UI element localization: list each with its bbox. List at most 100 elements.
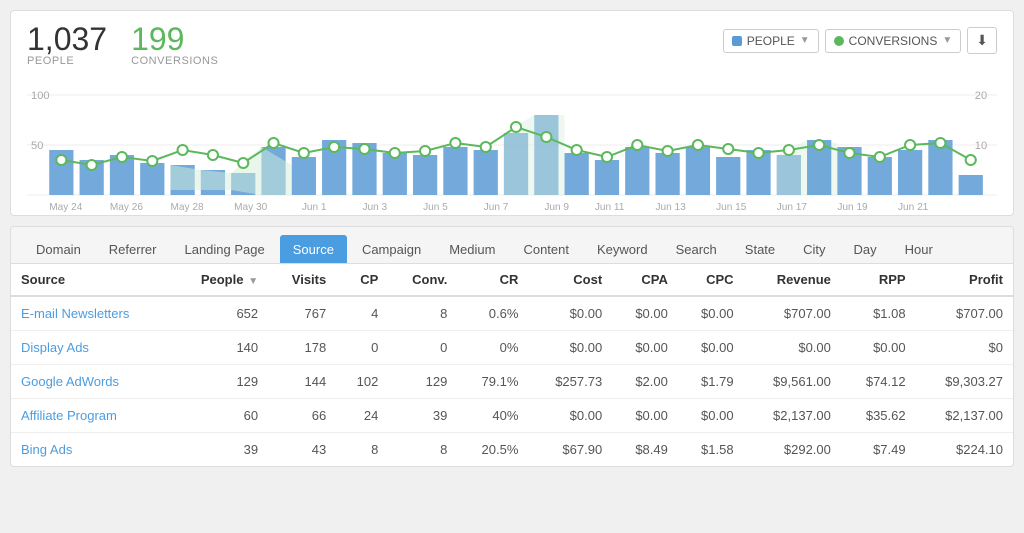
cell-visits: 767 bbox=[268, 296, 336, 331]
cell-profit: $707.00 bbox=[916, 296, 1013, 331]
cell-cpa: $2.00 bbox=[612, 365, 678, 399]
col-header-visits: Visits bbox=[268, 264, 336, 296]
cell-people: 60 bbox=[171, 399, 268, 433]
cell-rpp: $74.12 bbox=[841, 365, 916, 399]
svg-text:20: 20 bbox=[975, 90, 987, 102]
cell-cost: $0.00 bbox=[528, 331, 612, 365]
svg-text:100: 100 bbox=[31, 90, 50, 102]
cell-cpc: $0.00 bbox=[678, 331, 744, 365]
svg-text:May 26: May 26 bbox=[110, 202, 144, 213]
cell-revenue: $2,137.00 bbox=[744, 399, 841, 433]
col-header-cost: Cost bbox=[528, 264, 612, 296]
tab-day[interactable]: Day bbox=[841, 235, 890, 263]
cell-profit: $9,303.27 bbox=[916, 365, 1013, 399]
cell-cr: 0% bbox=[457, 331, 528, 365]
tab-source[interactable]: Source bbox=[280, 235, 347, 263]
svg-text:50: 50 bbox=[31, 140, 43, 152]
cell-cpa: $8.49 bbox=[612, 433, 678, 467]
download-icon: ⬇ bbox=[976, 32, 988, 48]
conversions-value: 199 bbox=[131, 23, 218, 55]
stats-numbers: 1,037 PEOPLE 199 CONVERSIONS bbox=[27, 23, 218, 67]
cell-profit: $2,137.00 bbox=[916, 399, 1013, 433]
tab-keyword[interactable]: Keyword bbox=[584, 235, 661, 263]
cell-visits: 43 bbox=[268, 433, 336, 467]
cell-source[interactable]: E-mail Newsletters bbox=[11, 296, 171, 331]
svg-text:May 28: May 28 bbox=[170, 202, 204, 213]
cell-source[interactable]: Affiliate Program bbox=[11, 399, 171, 433]
cell-people: 129 bbox=[171, 365, 268, 399]
cell-cost: $257.73 bbox=[528, 365, 612, 399]
svg-text:May 24: May 24 bbox=[49, 202, 83, 213]
col-header-cr: CR bbox=[457, 264, 528, 296]
cell-cost: $0.00 bbox=[528, 399, 612, 433]
table-body: E-mail Newsletters652767480.6%$0.00$0.00… bbox=[11, 296, 1013, 466]
col-header-people[interactable]: People ▼ bbox=[171, 264, 268, 296]
cell-revenue: $707.00 bbox=[744, 296, 841, 331]
tab-content[interactable]: Content bbox=[510, 235, 582, 263]
conversions-stat: 199 CONVERSIONS bbox=[131, 23, 218, 67]
tab-campaign[interactable]: Campaign bbox=[349, 235, 434, 263]
col-header-cp: CP bbox=[336, 264, 388, 296]
conversions-dropdown[interactable]: CONVERSIONS ▼ bbox=[825, 29, 962, 53]
tab-search[interactable]: Search bbox=[663, 235, 730, 263]
cell-source[interactable]: Google AdWords bbox=[11, 365, 171, 399]
col-header-revenue: Revenue bbox=[744, 264, 841, 296]
table-row: Affiliate Program6066243940%$0.00$0.00$0… bbox=[11, 399, 1013, 433]
tab-referrer[interactable]: Referrer bbox=[96, 235, 170, 263]
tab-medium[interactable]: Medium bbox=[436, 235, 508, 263]
cell-people: 39 bbox=[171, 433, 268, 467]
tab-state[interactable]: State bbox=[732, 235, 788, 263]
svg-text:Jun 15: Jun 15 bbox=[716, 202, 747, 213]
tab-hour[interactable]: Hour bbox=[892, 235, 946, 263]
people-btn-label: PEOPLE bbox=[747, 34, 795, 48]
tabs-card: DomainReferrerLanding PageSourceCampaign… bbox=[10, 226, 1014, 467]
people-dropdown[interactable]: PEOPLE ▼ bbox=[723, 29, 819, 53]
svg-text:Jun 17: Jun 17 bbox=[777, 202, 808, 213]
svg-text:Jun 7: Jun 7 bbox=[484, 202, 509, 213]
col-header-rpp: RPP bbox=[841, 264, 916, 296]
cell-cr: 79.1% bbox=[457, 365, 528, 399]
tab-landing-page[interactable]: Landing Page bbox=[171, 235, 277, 263]
tab-city[interactable]: City bbox=[790, 235, 838, 263]
cell-people: 652 bbox=[171, 296, 268, 331]
cell-profit: $0 bbox=[916, 331, 1013, 365]
col-header-source: Source bbox=[11, 264, 171, 296]
cell-cpc: $1.58 bbox=[678, 433, 744, 467]
conversions-btn-label: CONVERSIONS bbox=[849, 34, 938, 48]
people-dropdown-arrow: ▼ bbox=[800, 35, 810, 46]
svg-text:Jun 3: Jun 3 bbox=[362, 202, 387, 213]
data-table: SourcePeople ▼VisitsCPConv.CRCostCPACPCR… bbox=[11, 264, 1013, 466]
cell-cr: 40% bbox=[457, 399, 528, 433]
sort-arrow-people: ▼ bbox=[245, 276, 258, 287]
cell-cpa: $0.00 bbox=[612, 399, 678, 433]
chart-controls: PEOPLE ▼ CONVERSIONS ▼ ⬇ bbox=[723, 27, 997, 54]
cell-cp: 24 bbox=[336, 399, 388, 433]
table-row: Bing Ads39438820.5%$67.90$8.49$1.58$292.… bbox=[11, 433, 1013, 467]
conversions-label: CONVERSIONS bbox=[131, 55, 218, 67]
table-header: SourcePeople ▼VisitsCPConv.CRCostCPACPCR… bbox=[11, 264, 1013, 296]
tab-domain[interactable]: Domain bbox=[23, 235, 94, 263]
cell-rpp: $1.08 bbox=[841, 296, 916, 331]
conversions-dot bbox=[834, 36, 844, 46]
cell-cost: $67.90 bbox=[528, 433, 612, 467]
cell-revenue: $292.00 bbox=[744, 433, 841, 467]
cell-cp: 0 bbox=[336, 331, 388, 365]
svg-text:Jun 5: Jun 5 bbox=[423, 202, 448, 213]
cell-cpa: $0.00 bbox=[612, 296, 678, 331]
cell-source[interactable]: Bing Ads bbox=[11, 433, 171, 467]
col-header-cpa: CPA bbox=[612, 264, 678, 296]
cell-cp: 4 bbox=[336, 296, 388, 331]
cell-cp: 102 bbox=[336, 365, 388, 399]
stats-card: 1,037 PEOPLE 199 CONVERSIONS PEOPLE ▼ CO… bbox=[10, 10, 1014, 216]
cell-profit: $224.10 bbox=[916, 433, 1013, 467]
col-header-cpc: CPC bbox=[678, 264, 744, 296]
table-row: Display Ads140178000%$0.00$0.00$0.00$0.0… bbox=[11, 331, 1013, 365]
conversions-dropdown-arrow: ▼ bbox=[942, 35, 952, 46]
cell-source[interactable]: Display Ads bbox=[11, 331, 171, 365]
cell-conv: 8 bbox=[388, 433, 457, 467]
download-button[interactable]: ⬇ bbox=[967, 27, 997, 54]
cell-rpp: $0.00 bbox=[841, 331, 916, 365]
svg-text:Jun 9: Jun 9 bbox=[544, 202, 569, 213]
cell-conv: 0 bbox=[388, 331, 457, 365]
col-header-conv: Conv. bbox=[388, 264, 457, 296]
